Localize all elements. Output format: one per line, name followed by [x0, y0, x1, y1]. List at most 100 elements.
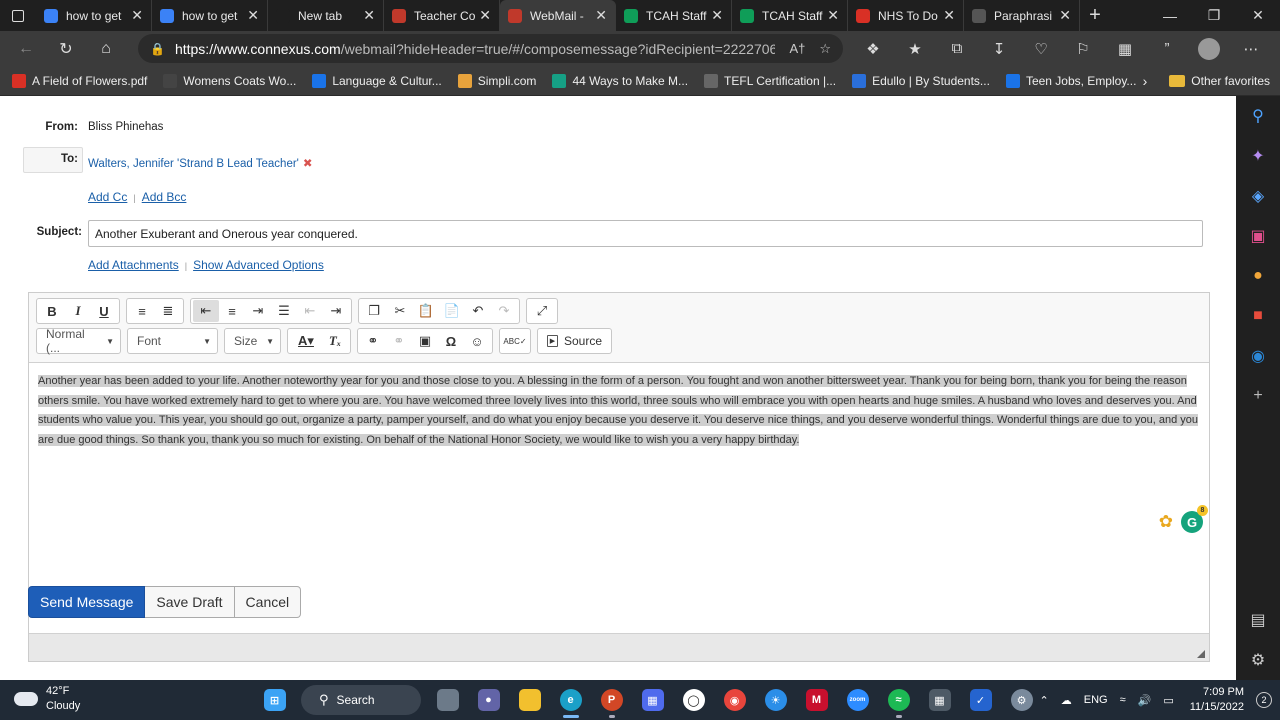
bold-button[interactable]: B [39, 300, 65, 322]
weather-widget[interactable]: 42°F Cloudy [14, 684, 80, 714]
underline-button[interactable]: U [91, 300, 117, 322]
favorite-star-icon[interactable]: ☆ [819, 41, 831, 57]
indent-icon[interactable]: ⇥ [323, 300, 349, 322]
browser-tab[interactable]: how to get ✕ [152, 0, 268, 31]
lock-icon[interactable]: 🔒 [150, 42, 165, 56]
remove-format-icon[interactable]: Tₓ [322, 330, 348, 352]
task-view-button[interactable] [427, 680, 468, 720]
notification-badge[interactable]: 2 [1256, 692, 1272, 708]
quote-icon[interactable]: ” [1146, 40, 1188, 57]
paste-text-icon[interactable]: 📄 [439, 300, 465, 322]
copilot-icon[interactable]: ✦ [1236, 136, 1280, 176]
app-button[interactable]: ◯ [673, 680, 714, 720]
store-button[interactable]: ▦ [632, 680, 673, 720]
format-dropdown[interactable]: Normal (... ▼ [36, 327, 121, 355]
file-explorer-button[interactable] [509, 680, 550, 720]
heartbeat-icon[interactable]: ♡ [1020, 40, 1062, 58]
align-center-icon[interactable]: ≡ [219, 300, 245, 322]
italic-button[interactable]: I [65, 300, 91, 322]
speaker-icon[interactable]: 🔊 [1138, 694, 1152, 707]
special-char-icon[interactable]: Ω [438, 330, 464, 352]
close-tab-icon[interactable]: ✕ [479, 7, 491, 24]
bookmark-item[interactable]: Simpli.com [457, 73, 536, 88]
bookmark-item[interactable]: Language & Cultur... [312, 73, 442, 88]
close-tab-icon[interactable]: ✕ [131, 7, 143, 24]
align-left-icon[interactable]: ⇤ [193, 300, 219, 322]
resize-handle-icon[interactable] [1197, 650, 1205, 658]
games-icon[interactable]: ● [1236, 256, 1280, 296]
link-icon[interactable]: ⚭ [360, 330, 386, 352]
close-tab-icon[interactable]: ✕ [711, 7, 723, 24]
close-window-icon[interactable]: ✕ [1236, 0, 1280, 31]
chrome-button[interactable]: ◉ [714, 680, 755, 720]
browser-tab[interactable]: TCAH Staff ✕ [732, 0, 848, 31]
powerpoint-button[interactable]: P [591, 680, 632, 720]
align-right-icon[interactable]: ⇥ [245, 300, 271, 322]
bulleted-list-icon[interactable]: ≡ [129, 300, 155, 322]
bookmark-item[interactable]: A Field of Flowers.pdf [12, 73, 147, 88]
cut-icon[interactable]: ✂ [387, 300, 413, 322]
home-icon[interactable]: ⌂ [86, 40, 126, 58]
shopping-tag-icon[interactable]: ◈ [1236, 176, 1280, 216]
show-advanced-options-link[interactable]: Show Advanced Options [193, 258, 324, 272]
numbered-list-icon[interactable]: ≣ [155, 300, 181, 322]
wifi-icon[interactable]: ≈ [1120, 694, 1126, 706]
close-tab-icon[interactable]: ✕ [943, 7, 955, 24]
redo-icon[interactable]: ↷ [491, 300, 517, 322]
back-arrow-icon[interactable]: ← [6, 40, 46, 58]
image-icon[interactable]: ▣ [412, 330, 438, 352]
close-tab-icon[interactable]: ✕ [247, 7, 259, 24]
text-color-icon[interactable]: A▾ [290, 330, 322, 352]
browser-tab[interactable]: NHS To Do ✕ [848, 0, 964, 31]
browser-tab[interactable]: Paraphrasi ✕ [964, 0, 1080, 31]
emoji-icon[interactable]: ☺ [464, 330, 490, 352]
bookmark-item[interactable]: 44 Ways to Make M... [552, 73, 688, 88]
profile-avatar[interactable] [1198, 37, 1220, 60]
add-attachments-link[interactable]: Add Attachments [88, 258, 179, 272]
collections-icon[interactable]: ⧉ [936, 40, 978, 57]
save-draft-button[interactable]: Save Draft [145, 586, 235, 618]
size-dropdown[interactable]: Size ▼ [224, 328, 281, 354]
photos-button[interactable]: ☀ [755, 680, 796, 720]
hide-sidebar-icon[interactable]: ▤ [1236, 600, 1280, 640]
message-body[interactable]: Another year has been added to your life… [29, 364, 1209, 538]
send-message-button[interactable]: Send Message [28, 586, 146, 618]
onedrive-cloud-icon[interactable]: ☁ [1061, 694, 1072, 707]
chevron-up-icon[interactable]: ⌃ [1040, 694, 1049, 707]
mcafee-button[interactable]: M [796, 680, 837, 720]
bookmark-item[interactable]: Edullo | By Students... [852, 73, 990, 88]
browser-tab[interactable]: WebMail - ✕ [500, 0, 616, 31]
outdent-icon[interactable]: ⇤ [297, 300, 323, 322]
sidebar-settings-icon[interactable]: ⚙ [1236, 640, 1280, 680]
unlink-icon[interactable]: ⚭ [386, 330, 412, 352]
extensions-icon[interactable]: ❖ [852, 40, 894, 58]
remove-recipient-icon[interactable]: ✖ [303, 158, 313, 170]
align-justify-icon[interactable]: ☰ [271, 300, 297, 322]
taskbar-search[interactable]: ⚲ Search [301, 685, 421, 715]
refresh-icon[interactable]: ↻ [46, 39, 86, 59]
math-solver-icon[interactable]: ▦ [1104, 40, 1146, 58]
favorites-icon[interactable]: ★ [894, 40, 936, 58]
close-tab-icon[interactable]: ✕ [827, 7, 839, 24]
add-bcc-link[interactable]: Add Bcc [142, 190, 187, 204]
bookmark-item[interactable]: Teen Jobs, Employ... [1005, 73, 1136, 88]
edge-taskbar-button[interactable]: e [550, 680, 591, 720]
browser-tab[interactable]: TCAH Staff ✕ [616, 0, 732, 31]
browser-tab[interactable]: how to get ✕ [36, 0, 152, 31]
read-aloud-icon[interactable]: A† [789, 41, 805, 56]
office-icon[interactable]: ■ [1236, 296, 1280, 336]
chevron-right-icon[interactable]: › [1143, 73, 1148, 89]
zoom-button[interactable]: zoom [837, 680, 878, 720]
celebrate-hands-icon[interactable]: ✿ [1159, 512, 1173, 532]
recipient-name[interactable]: Walters, Jennifer 'Strand B Lead Teacher… [88, 158, 299, 170]
more-menu-icon[interactable]: ⋯ [1230, 40, 1272, 58]
other-favorites-link[interactable]: Other favorites [1191, 74, 1270, 88]
new-tab-button[interactable]: + [1080, 4, 1110, 27]
url-field[interactable]: 🔒 https://www.connexus.com/webmail?hideH… [138, 34, 843, 63]
minimize-icon[interactable]: — [1148, 0, 1192, 31]
start-button[interactable]: ⊞ [254, 680, 295, 720]
language-indicator[interactable]: ENG [1084, 694, 1108, 706]
source-button[interactable]: ▶ Source [540, 330, 609, 352]
subject-input[interactable] [88, 220, 1203, 247]
bell-icon[interactable]: ⚐ [1062, 40, 1104, 58]
